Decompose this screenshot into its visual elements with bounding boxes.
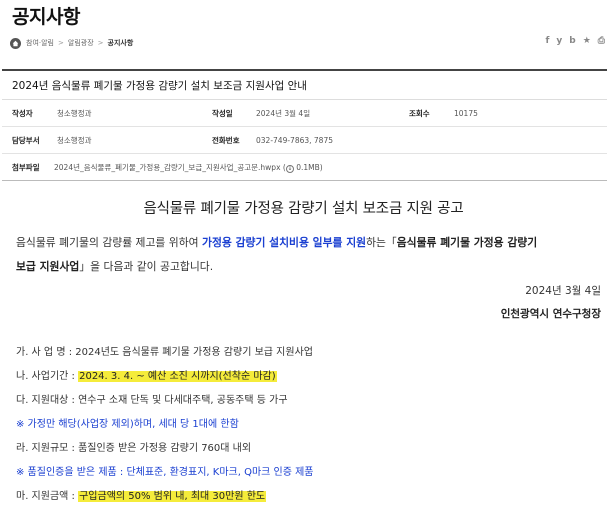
announcing-organization: 인천광역시 연수구청장 xyxy=(500,308,601,320)
views-label: 조회수 xyxy=(409,108,430,118)
info-row-dept: 담당부서 청소행정과 전화번호 032-749-7863, 7875 xyxy=(2,127,607,154)
intro-text-2: 하는「 xyxy=(366,236,397,249)
breadcrumb-item-square[interactable]: 알림광장 xyxy=(68,38,94,48)
bookmark-star-icon[interactable]: ★ xyxy=(583,36,591,46)
notice-info-table: 2024년 음식물류 폐기물 가정용 감량기 설치 보조금 지원사업 안내 작성… xyxy=(2,69,607,181)
attachment-size: (↓ 0.1MB) xyxy=(282,162,323,173)
print-icon[interactable]: ⎙ xyxy=(598,36,605,46)
item-program-name: 가. 사 업 명 : 2024년도 음식물류 폐기물 가정용 감량기 보급 지원… xyxy=(16,347,313,358)
author-value: 청소행정과 xyxy=(57,108,92,118)
home-icon[interactable] xyxy=(10,37,21,49)
item-period-label: 나. 사업기간 : xyxy=(16,371,79,382)
views-value: 10175 xyxy=(454,108,478,118)
item-amount-label: 마. 지원금액 : xyxy=(16,491,79,502)
item-amount: 마. 지원금액 : 구입금액의 50% 범위 내, 최대 30만원 한도 xyxy=(16,487,267,502)
blog-icon[interactable]: b xyxy=(569,36,575,46)
breadcrumb: 참여·알림 > 알림광장 > 공지사항 f y b ★ ⎙ xyxy=(10,36,607,50)
breadcrumb-separator: > xyxy=(58,39,64,47)
intro-program-name-2: 보급 지원사업 xyxy=(16,260,80,273)
breadcrumb-item-current: 공지사항 xyxy=(107,39,134,47)
file-label: 첨부파일 xyxy=(12,162,40,172)
attachment-link[interactable]: 2024년_음식물류_폐기물_가정용_감량기_보급_지원사업_공고문.hwpx … xyxy=(54,162,323,173)
file-size: 0.1MB xyxy=(296,162,320,172)
download-icon[interactable]: ↓ xyxy=(285,164,294,173)
phone-label: 전화번호 xyxy=(212,135,240,145)
info-row-author: 작성자 청소행정과 작성일 2024년 3월 4일 조회수 10175 xyxy=(2,100,607,127)
breadcrumb-separator: > xyxy=(97,39,104,47)
item-period-value: 2024. 3. 4. ~ 예산 소진 시까지(선착순 마감) xyxy=(78,371,277,382)
facebook-icon[interactable]: f xyxy=(545,36,549,46)
dept-value: 청소행정과 xyxy=(57,135,92,145)
page-title: 공지사항 xyxy=(12,6,80,28)
intro-text-1: 음식물류 폐기물의 감량률 제고를 위하여 xyxy=(16,236,203,249)
intro-program-name: 음식물류 폐기물 가정용 감량기 xyxy=(396,236,538,249)
breadcrumb-item-participation[interactable]: 참여·알림 xyxy=(26,38,54,48)
intro-highlight-blue: 가정용 감량기 설치비용 일부를 지원 xyxy=(202,236,367,249)
item-period: 나. 사업기간 : 2024. 3. 4. ~ 예산 소진 시까지(선착순 마감… xyxy=(16,367,277,382)
dept-label: 담당부서 xyxy=(12,135,40,145)
date-value: 2024년 3월 4일 xyxy=(256,108,311,118)
item-amount-value: 구입금액의 50% 범위 내, 최대 30만원 한도 xyxy=(78,491,267,502)
intro-text-3: 」을 다음과 같이 공고합니다. xyxy=(79,260,214,273)
document-heading: 음식물류 폐기물 가정용 감량기 설치 보조금 지원 공고 xyxy=(143,201,464,217)
notice-title: 2024년 음식물류 폐기물 가정용 감량기 설치 보조금 지원사업 안내 xyxy=(2,71,607,100)
phone-value: 032-749-7863, 7875 xyxy=(256,135,333,145)
note-household: ※ 가정만 해당(사업장 제외)하며, 세대 당 1대에 한함 xyxy=(16,419,239,430)
attachment-filename[interactable]: 2024년_음식물류_폐기물_가정용_감량기_보급_지원사업_공고문.hwpx xyxy=(54,163,281,172)
share-bar: f y b ★ ⎙ xyxy=(545,36,605,46)
announcement-date: 2024년 3월 4일 xyxy=(525,285,601,297)
twitter-icon[interactable]: y xyxy=(556,36,562,46)
intro-paragraph: 음식물류 폐기물의 감량률 제고를 위하여 가정용 감량기 설치비용 일부를 지… xyxy=(16,231,601,279)
item-target: 다. 지원대상 : 연수구 소재 단독 및 다세대주택, 공동주택 등 가구 xyxy=(16,395,288,406)
author-label: 작성자 xyxy=(12,108,33,118)
info-row-file: 첨부파일 2024년_음식물류_폐기물_가정용_감량기_보급_지원사업_공고문.… xyxy=(2,154,607,181)
date-label: 작성일 xyxy=(212,108,233,118)
note-certification: ※ 품질인증을 받은 제품 : 단체표준, 환경표지, K마크, Q마크 인증 … xyxy=(16,467,314,478)
item-scale: 라. 지원규모 : 품질인증 받은 가정용 감량기 760대 내외 xyxy=(16,443,252,454)
